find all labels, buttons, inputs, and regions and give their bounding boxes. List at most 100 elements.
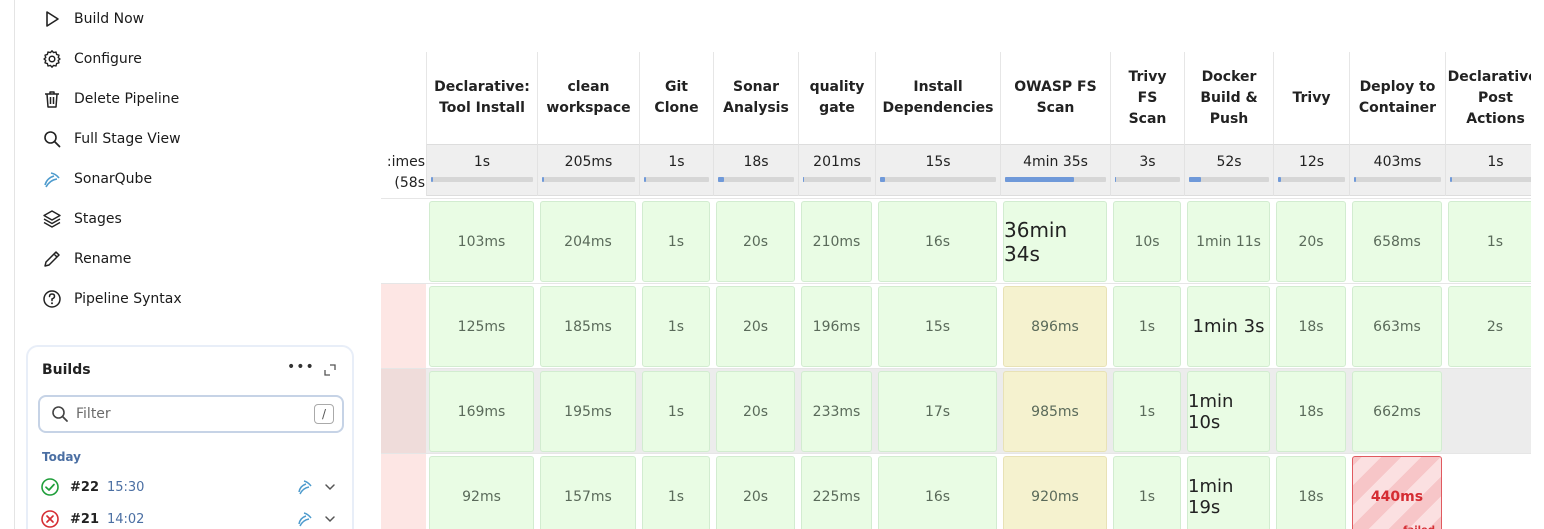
build-number[interactable]: #22 bbox=[70, 480, 99, 495]
stage-cell[interactable]: 1s bbox=[642, 201, 710, 282]
stage-cell-duration: 20s bbox=[1298, 233, 1324, 250]
stage-cell[interactable]: 196ms bbox=[801, 286, 872, 367]
stage-average: 1s bbox=[1445, 144, 1531, 196]
stage-cell[interactable]: 204ms bbox=[540, 201, 636, 282]
stage-cell[interactable]: 440ms failed bbox=[1352, 456, 1442, 529]
stage-cell[interactable]: 103ms bbox=[429, 201, 534, 282]
build-number[interactable]: #21 bbox=[70, 512, 99, 527]
chevron-down-icon[interactable] bbox=[322, 511, 338, 527]
stage-cell[interactable]: 1min 10s bbox=[1187, 371, 1270, 452]
sonarqube-icon[interactable] bbox=[296, 510, 314, 528]
stage-cell[interactable]: 16s bbox=[878, 456, 997, 529]
stage-cell[interactable]: 1s bbox=[1113, 286, 1181, 367]
stage-cell-duration: 20s bbox=[742, 488, 769, 505]
stage-cell[interactable]: 18s bbox=[1276, 456, 1346, 529]
stage-cell-duration: 169ms bbox=[457, 403, 506, 420]
filter-input[interactable] bbox=[76, 406, 306, 422]
stage-cell[interactable]: 20s bbox=[716, 456, 795, 529]
stage-average-bar bbox=[880, 177, 996, 182]
expand-icon[interactable] bbox=[321, 361, 339, 379]
stage-cell[interactable]: 1s bbox=[1448, 201, 1531, 282]
stage-cell-duration: 15s bbox=[924, 318, 951, 335]
rename-link[interactable]: Rename bbox=[40, 246, 131, 272]
stage-cell[interactable]: 92ms bbox=[429, 456, 534, 529]
build-row-stub[interactable] bbox=[381, 283, 426, 368]
gear-icon bbox=[40, 47, 64, 71]
stage-cell[interactable]: 210ms bbox=[801, 201, 872, 282]
stage-average-time: 1s bbox=[473, 154, 491, 170]
stage-cell-duration: 1s bbox=[1486, 233, 1504, 250]
stage-cell[interactable]: 1s bbox=[642, 371, 710, 452]
stage-cell[interactable]: 16s bbox=[878, 201, 997, 282]
stage-cell[interactable]: 195ms bbox=[540, 371, 636, 452]
stage-cell[interactable]: 1min 11s bbox=[1187, 201, 1270, 282]
pipeline-syntax-link[interactable]: Pipeline Syntax bbox=[40, 286, 182, 312]
stage-cell[interactable]: 662ms bbox=[1352, 371, 1442, 452]
stage-average-bar bbox=[718, 177, 794, 182]
configure-link[interactable]: Configure bbox=[40, 46, 142, 72]
stage-average: 201ms bbox=[798, 144, 875, 196]
stage-average-time: 205ms bbox=[564, 154, 613, 170]
stage-cell[interactable]: 233ms bbox=[801, 371, 872, 452]
stage-header: Install Dependencies bbox=[875, 52, 1000, 144]
stage-cell[interactable]: 185ms bbox=[540, 286, 636, 367]
stage-average-bar bbox=[1189, 177, 1269, 182]
build-now-label: Build Now bbox=[74, 11, 145, 27]
stage-header: OWASP FS Scan bbox=[1000, 52, 1110, 144]
builds-more-button[interactable]: ••• bbox=[287, 359, 314, 379]
stage-cell[interactable]: 1min 19s bbox=[1187, 456, 1270, 529]
build-row-stub[interactable] bbox=[381, 198, 426, 283]
stage-cell[interactable]: 1min 3s bbox=[1187, 286, 1270, 367]
stage-cell[interactable]: 20s bbox=[716, 201, 795, 282]
stage-cell[interactable]: 15s bbox=[878, 286, 997, 367]
stage-cell[interactable]: 920ms bbox=[1003, 456, 1107, 529]
sonarqube-link[interactable]: SonarQube bbox=[40, 166, 152, 192]
full-stage-view-link[interactable]: Full Stage View bbox=[40, 126, 181, 152]
stage-average: 18s bbox=[713, 144, 798, 196]
stage-average-time: 201ms bbox=[813, 154, 861, 170]
stage-average-bar bbox=[1450, 177, 1531, 182]
builds-title: Builds bbox=[42, 362, 91, 378]
sonarqube-icon[interactable] bbox=[296, 478, 314, 496]
stage-cell-duration: 18s bbox=[1298, 403, 1324, 420]
stage-cell[interactable]: 2s bbox=[1448, 286, 1531, 367]
stage-cell[interactable]: 985ms bbox=[1003, 371, 1107, 452]
build-row[interactable]: #21 14:02 bbox=[40, 507, 340, 529]
stage-cell[interactable]: 1s bbox=[642, 286, 710, 367]
stage-cell[interactable]: 1s bbox=[1113, 371, 1181, 452]
stage-cell-duration: 10s bbox=[1134, 233, 1160, 250]
stage-cell[interactable]: 36min 34s bbox=[1003, 201, 1107, 282]
stage-average-time: 3s bbox=[1139, 154, 1156, 170]
stages-link[interactable]: Stages bbox=[40, 206, 122, 232]
build-row-stub[interactable] bbox=[381, 453, 426, 529]
delete-pipeline-link[interactable]: Delete Pipeline bbox=[40, 86, 179, 112]
today-group-label: Today bbox=[42, 450, 81, 464]
build-now-link[interactable]: Build Now bbox=[40, 6, 144, 32]
stage-cell[interactable]: 17s bbox=[878, 371, 997, 452]
stage-cell[interactable]: 1s bbox=[1113, 456, 1181, 529]
build-row[interactable]: #22 15:30 bbox=[40, 475, 340, 499]
stage-cell-duration: 92ms bbox=[462, 488, 501, 505]
chevron-down-icon[interactable] bbox=[322, 479, 338, 495]
stage-cell[interactable]: 20s bbox=[716, 371, 795, 452]
stage-cell-duration: 1s bbox=[1138, 318, 1156, 335]
stage-cell[interactable]: 125ms bbox=[429, 286, 534, 367]
stage-average-time: 18s bbox=[743, 154, 769, 170]
stage-cell[interactable]: 157ms bbox=[540, 456, 636, 529]
stage-cell[interactable]: 169ms bbox=[429, 371, 534, 452]
stage-cell[interactable]: 18s bbox=[1276, 371, 1346, 452]
stage-cell[interactable]: 658ms bbox=[1352, 201, 1442, 282]
stage-average-bar-fill bbox=[1115, 177, 1117, 182]
stage-cell[interactable]: 663ms bbox=[1352, 286, 1442, 367]
stage-cell[interactable]: 225ms bbox=[801, 456, 872, 529]
stage-cell[interactable]: 18s bbox=[1276, 286, 1346, 367]
stage-cell[interactable]: 896ms bbox=[1003, 286, 1107, 367]
stage-average: 4min 35s bbox=[1000, 144, 1110, 196]
builds-filter[interactable]: / bbox=[38, 395, 344, 433]
stage-cell[interactable]: 20s bbox=[716, 286, 795, 367]
stage-cell[interactable]: 20s bbox=[1276, 201, 1346, 282]
sidebar-divider bbox=[14, 0, 15, 529]
stage-cell[interactable]: 10s bbox=[1113, 201, 1181, 282]
stage-cell[interactable]: 1s bbox=[642, 456, 710, 529]
build-row-stub[interactable] bbox=[381, 368, 426, 453]
